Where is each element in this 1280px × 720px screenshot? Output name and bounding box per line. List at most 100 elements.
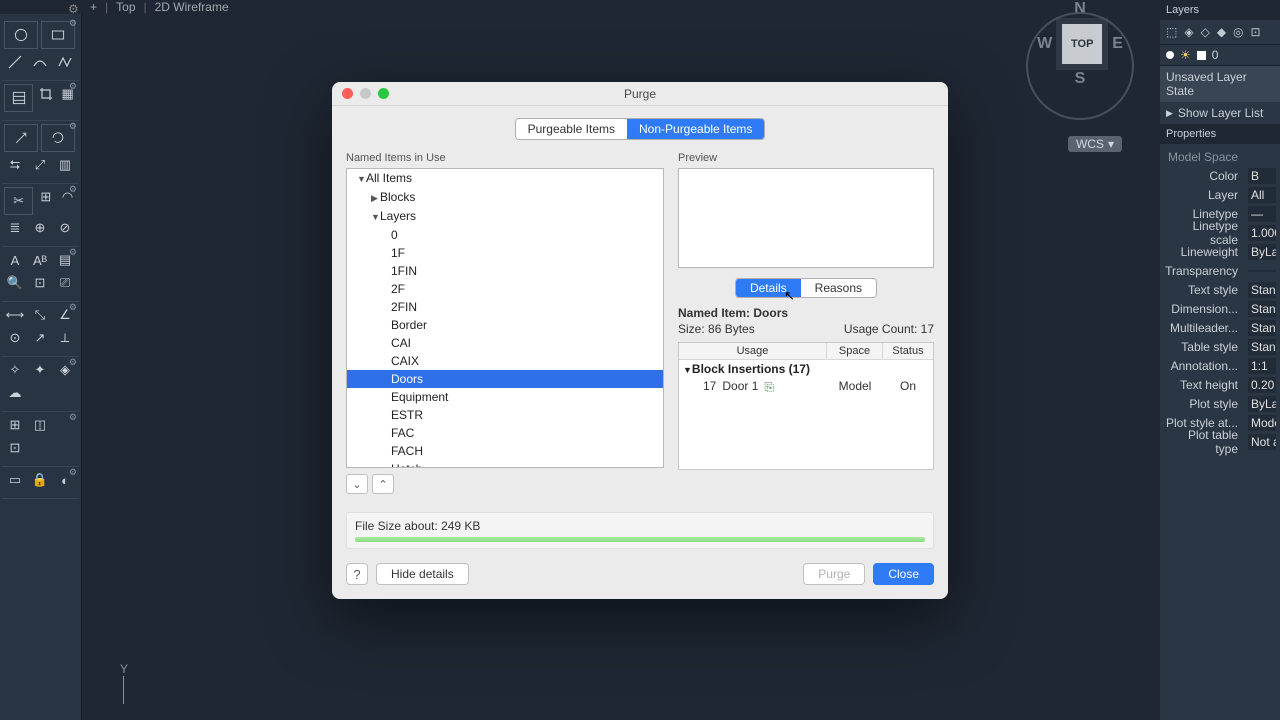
- property-row[interactable]: ColorB: [1164, 166, 1276, 185]
- text-tool[interactable]: A: [4, 250, 26, 270]
- array-tool[interactable]: ▥: [54, 155, 76, 175]
- layer-lock-tool[interactable]: 🔒: [29, 470, 51, 490]
- tree-item[interactable]: ▼All Items: [347, 169, 663, 188]
- layer-icon[interactable]: ◈: [1184, 25, 1193, 39]
- collapse-all-button[interactable]: ⌃: [372, 474, 394, 494]
- tree-item[interactable]: Hatch: [347, 460, 663, 468]
- extend-tool[interactable]: ⊞: [36, 187, 55, 207]
- property-value[interactable]: 1.000: [1248, 225, 1276, 241]
- leader-tool[interactable]: ✧: [4, 360, 26, 380]
- tree-item[interactable]: 2FIN: [347, 298, 663, 316]
- tree-item[interactable]: Equipment: [347, 388, 663, 406]
- mirror-tool[interactable]: ⮀: [4, 155, 26, 175]
- layer-icon[interactable]: ◇: [1201, 25, 1210, 39]
- tree-item[interactable]: ▼Layers: [347, 207, 663, 226]
- property-row[interactable]: LineweightByLa: [1164, 242, 1276, 261]
- property-row[interactable]: Annotation...1:1: [1164, 356, 1276, 375]
- viewcube[interactable]: N W TOP E S WCS▾: [1020, 0, 1140, 150]
- hatch-tool[interactable]: [4, 84, 33, 112]
- tree-item[interactable]: FAC: [347, 424, 663, 442]
- circle-tool[interactable]: [4, 21, 38, 49]
- gear-icon[interactable]: ⚙: [69, 247, 77, 258]
- property-row[interactable]: Text height0.20: [1164, 375, 1276, 394]
- current-layer-row[interactable]: ☀ 0: [1160, 45, 1280, 66]
- add-tab-icon[interactable]: +: [90, 0, 97, 14]
- tree-item[interactable]: CAIX: [347, 352, 663, 370]
- property-value[interactable]: ByLa: [1248, 244, 1276, 260]
- gear-icon[interactable]: ⚙: [69, 357, 77, 368]
- col-space[interactable]: Space: [827, 343, 883, 359]
- trim-tool[interactable]: ✂: [4, 187, 33, 215]
- col-usage[interactable]: Usage: [679, 343, 827, 359]
- property-value[interactable]: Stand: [1248, 301, 1276, 317]
- tree-item[interactable]: Border: [347, 316, 663, 334]
- mleader-tool[interactable]: ✦: [29, 360, 51, 380]
- dialog-titlebar[interactable]: Purge: [332, 82, 948, 106]
- goto-icon[interactable]: ⎘: [764, 380, 776, 392]
- break-tool[interactable]: ⊘: [54, 218, 76, 238]
- property-value[interactable]: Stand: [1248, 339, 1276, 355]
- gear-icon[interactable]: ⚙: [69, 184, 77, 195]
- gear-icon[interactable]: ⚙: [69, 81, 77, 92]
- usage-row[interactable]: 17 Door 1 ⎘ModelOn: [679, 378, 933, 394]
- field-tool[interactable]: ⊡: [29, 273, 51, 293]
- property-row[interactable]: Multileader...Stand: [1164, 318, 1276, 337]
- xref-tool[interactable]: ⊡: [4, 438, 26, 458]
- tree-item[interactable]: ESTR: [347, 406, 663, 424]
- dim-leader-tool[interactable]: ↗: [29, 328, 51, 348]
- layer-icon[interactable]: ⬚: [1166, 25, 1177, 39]
- attribute-tool[interactable]: ⎚: [54, 273, 76, 293]
- gear-icon[interactable]: ⚙: [69, 121, 77, 132]
- layer-icon[interactable]: ◆: [1217, 25, 1226, 39]
- property-row[interactable]: Text styleStand: [1164, 280, 1276, 299]
- gear-icon[interactable]: ⚙: [69, 302, 77, 313]
- layer-swatch[interactable]: [1197, 51, 1206, 60]
- layer-visible-icon[interactable]: ☀: [1180, 48, 1191, 62]
- property-value[interactable]: B: [1248, 168, 1276, 184]
- gear-icon[interactable]: ⚙: [69, 18, 77, 29]
- hide-details-button[interactable]: Hide details: [376, 563, 469, 585]
- named-items-tree[interactable]: ▼All Items▶Blocks▼Layers01F1FIN2F2FINBor…: [346, 168, 664, 468]
- scale-tool[interactable]: ⤢: [29, 155, 51, 175]
- property-row[interactable]: Plot styleByLa: [1164, 394, 1276, 413]
- block-create-tool[interactable]: ◫: [29, 415, 51, 435]
- block-insert-tool[interactable]: ⊞: [4, 415, 26, 435]
- join-tool[interactable]: ⊕: [29, 218, 51, 238]
- property-value[interactable]: [1248, 270, 1276, 272]
- coord-system-selector[interactable]: WCS▾: [1068, 136, 1122, 152]
- property-value[interactable]: Mode: [1248, 415, 1276, 431]
- tree-item[interactable]: 1FIN: [347, 262, 663, 280]
- property-row[interactable]: LayerAll: [1164, 185, 1276, 204]
- col-status[interactable]: Status: [883, 343, 933, 359]
- crop-tool[interactable]: [36, 84, 55, 104]
- tab-non-purgeable[interactable]: Non-Purgeable Items: [627, 119, 764, 139]
- property-value[interactable]: —: [1248, 206, 1276, 222]
- property-value[interactable]: 0.20: [1248, 377, 1276, 393]
- property-row[interactable]: Dimension...Stand: [1164, 299, 1276, 318]
- find-tool[interactable]: 🔍: [4, 273, 26, 293]
- line-tool[interactable]: [4, 52, 26, 72]
- dim-aligned-tool[interactable]: ⤡: [29, 305, 51, 325]
- move-tool[interactable]: [4, 124, 38, 152]
- dim-ordinate-tool[interactable]: ⟂: [54, 328, 76, 348]
- property-value[interactable]: 1:1: [1248, 358, 1276, 374]
- property-row[interactable]: Linetype scale1.000: [1164, 223, 1276, 242]
- property-row[interactable]: Plot table typeNot a: [1164, 432, 1276, 451]
- property-value[interactable]: Not a: [1248, 434, 1276, 450]
- dim-radius-tool[interactable]: ⊙: [4, 328, 26, 348]
- close-button[interactable]: Close: [873, 563, 934, 585]
- expand-all-button[interactable]: ⌄: [346, 474, 368, 494]
- layer-tool[interactable]: ▭: [4, 470, 26, 490]
- property-value[interactable]: Stand: [1248, 320, 1276, 336]
- tab-reasons[interactable]: Reasons: [801, 279, 876, 297]
- mtext-tool[interactable]: Aᴮ: [29, 250, 51, 270]
- tree-item[interactable]: 0: [347, 226, 663, 244]
- offset-tool[interactable]: ≣: [4, 218, 26, 238]
- tree-item[interactable]: 2F: [347, 280, 663, 298]
- show-layer-list[interactable]: ▶ Show Layer List: [1160, 102, 1280, 124]
- usage-group-row[interactable]: ▼Block Insertions (17): [679, 360, 933, 378]
- help-button[interactable]: ?: [346, 563, 368, 585]
- gear-icon[interactable]: ⚙: [69, 467, 77, 478]
- tree-item[interactable]: ▶Blocks: [347, 188, 663, 207]
- property-value[interactable]: Stand: [1248, 282, 1276, 298]
